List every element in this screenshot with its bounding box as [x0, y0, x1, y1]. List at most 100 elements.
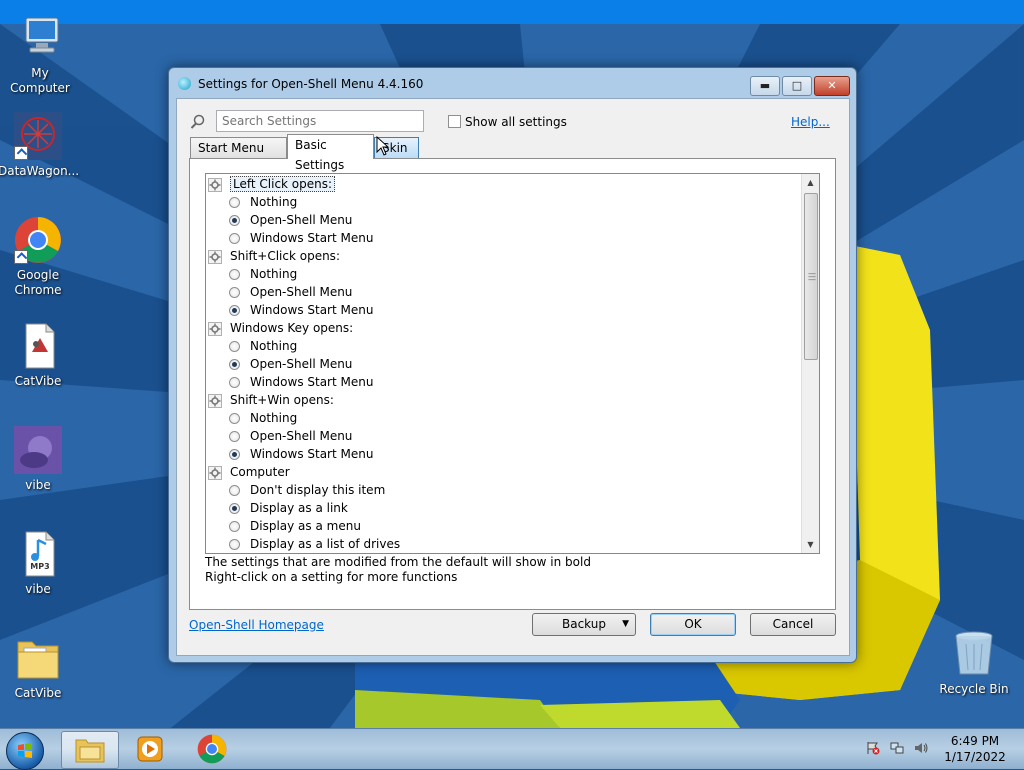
network-icon[interactable]: [890, 741, 904, 755]
radio-button[interactable]: [229, 269, 240, 280]
settings-group-label: Shift+Click opens:: [230, 249, 340, 263]
radio-button[interactable]: [229, 539, 240, 550]
open-shell-homepage-link[interactable]: Open-Shell Homepage: [189, 618, 324, 632]
scroll-down-arrow-icon[interactable]: ▼: [802, 536, 819, 553]
radio-option[interactable]: Nothing: [229, 409, 297, 427]
minimize-icon: ▬: [759, 79, 771, 92]
taskbar-chrome-button[interactable]: [184, 731, 240, 767]
radio-button[interactable]: [229, 287, 240, 298]
radio-button[interactable]: [229, 485, 240, 496]
settings-group[interactable]: Shift+Win opens:: [208, 391, 334, 409]
desktop-icon-my-computer[interactable]: My Computer: [0, 14, 80, 96]
settings-group[interactable]: Left Click opens:: [208, 175, 336, 193]
radio-option[interactable]: Windows Start Menu: [229, 445, 373, 463]
desktop-icon-datawagon[interactable]: DataWagon...: [0, 112, 79, 179]
scroll-thumb[interactable]: — — —: [804, 193, 818, 360]
desktop-icon-label: vibe: [25, 478, 51, 492]
explorer-folder-icon: [75, 739, 105, 763]
settings-group[interactable]: Shift+Click opens:: [208, 247, 340, 265]
radio-option[interactable]: Display as a menu: [229, 517, 361, 535]
radio-option[interactable]: Open-Shell Menu: [229, 427, 352, 445]
chrome-icon: [197, 734, 227, 764]
maximize-icon: □: [791, 79, 803, 92]
gear-settings-icon: [208, 465, 222, 480]
radio-button[interactable]: [229, 341, 240, 352]
help-link[interactable]: Help...: [791, 115, 830, 129]
desktop-icon-google-chrome[interactable]: Google Chrome: [0, 216, 78, 298]
folder-icon: [14, 634, 62, 682]
search-settings-input[interactable]: [216, 110, 424, 132]
radio-option[interactable]: Open-Shell Menu: [229, 283, 352, 301]
open-shell-icon: [178, 77, 191, 90]
maximize-button[interactable]: □: [782, 76, 812, 96]
tab-start-menu-style[interactable]: Start Menu Style: [190, 137, 287, 176]
radio-option[interactable]: Display as a list of drives: [229, 535, 400, 553]
minimize-button[interactable]: ▬: [750, 76, 780, 96]
backup-button[interactable]: Backup ▼: [532, 613, 636, 636]
radio-option-label: Nothing: [250, 339, 298, 353]
close-button[interactable]: ✕: [814, 76, 850, 96]
radio-option[interactable]: Nothing: [229, 337, 297, 355]
radio-option[interactable]: Open-Shell Menu: [229, 355, 352, 373]
gear-settings-icon: [208, 249, 222, 264]
mp3-file-icon: MP3: [14, 530, 62, 578]
volume-icon[interactable]: [914, 741, 928, 755]
radio-option[interactable]: Windows Start Menu: [229, 301, 373, 319]
backup-label: Backup: [562, 617, 606, 631]
action-center-flag-icon[interactable]: [866, 741, 880, 755]
chrome-icon: [14, 216, 62, 264]
computer-icon: [16, 14, 64, 62]
radio-option[interactable]: Nothing: [229, 193, 297, 211]
radio-button[interactable]: [229, 305, 240, 316]
radio-option[interactable]: Don't display this item: [229, 481, 385, 499]
system-tray: [866, 741, 930, 757]
scroll-up-arrow-icon[interactable]: ▲: [802, 174, 819, 191]
mp3-badge: MP3: [30, 562, 50, 571]
radio-button[interactable]: [229, 503, 240, 514]
radio-button[interactable]: [229, 377, 240, 388]
show-all-settings-checkbox[interactable]: Show all settings: [448, 114, 567, 130]
radio-option[interactable]: Open-Shell Menu: [229, 211, 352, 229]
ok-button[interactable]: OK: [650, 613, 736, 636]
taskbar-clock[interactable]: 6:49 PM 1/17/2022: [940, 733, 1010, 765]
radio-option-label: Windows Start Menu: [250, 375, 374, 389]
desktop-icon-catvibe-folder[interactable]: CatVibe: [0, 634, 78, 701]
radio-button[interactable]: [229, 359, 240, 370]
desktop-icon-label: Recycle Bin: [939, 682, 1009, 696]
gear-settings-icon: [208, 393, 222, 408]
grip-icon: — — —: [808, 269, 816, 284]
radio-button[interactable]: [229, 197, 240, 208]
radio-option[interactable]: Windows Start Menu: [229, 229, 373, 247]
radio-button[interactable]: [229, 449, 240, 460]
desktop-icon-label: CatVibe: [14, 686, 62, 700]
vertical-scrollbar[interactable]: ▲ — — — ▼: [801, 174, 819, 553]
radio-option[interactable]: Windows Start Menu: [229, 373, 373, 391]
cancel-button[interactable]: Cancel: [750, 613, 836, 636]
radio-button[interactable]: [229, 431, 240, 442]
windows-logo-icon: [18, 743, 32, 758]
start-button[interactable]: [6, 732, 44, 770]
tab-basic-settings[interactable]: Basic Settings: [287, 134, 374, 172]
clock-date: 1/17/2022: [944, 750, 1006, 764]
taskbar-media-player-button[interactable]: [122, 731, 178, 767]
radio-button[interactable]: [229, 233, 240, 244]
taskbar-explorer-button[interactable]: [61, 731, 119, 769]
desktop-icon-vibe-mp3[interactable]: MP3 vibe: [0, 530, 78, 597]
radio-option[interactable]: Display as a link: [229, 499, 348, 517]
shortcut-arrow-icon: [14, 250, 28, 264]
dialog-titlebar[interactable]: Settings for Open-Shell Menu 4.4.160 ▬ □…: [169, 68, 856, 98]
desktop-icon-recycle-bin[interactable]: Recycle Bin: [934, 630, 1014, 697]
checkbox-box[interactable]: [448, 115, 461, 128]
radio-option-label: Nothing: [250, 411, 298, 425]
recycle-bin-icon: [950, 630, 998, 678]
settings-group[interactable]: Computer: [208, 463, 290, 481]
settings-group-label: Computer: [230, 465, 290, 479]
radio-button[interactable]: [229, 413, 240, 424]
desktop-icon-vibe-video[interactable]: vibe: [0, 426, 78, 493]
radio-option[interactable]: Nothing: [229, 265, 297, 283]
desktop-icon-catvibe[interactable]: CatVibe: [0, 322, 78, 389]
settings-group[interactable]: Windows Key opens:: [208, 319, 353, 337]
datawagon-icon: [14, 112, 62, 160]
radio-button[interactable]: [229, 521, 240, 532]
radio-button[interactable]: [229, 215, 240, 226]
